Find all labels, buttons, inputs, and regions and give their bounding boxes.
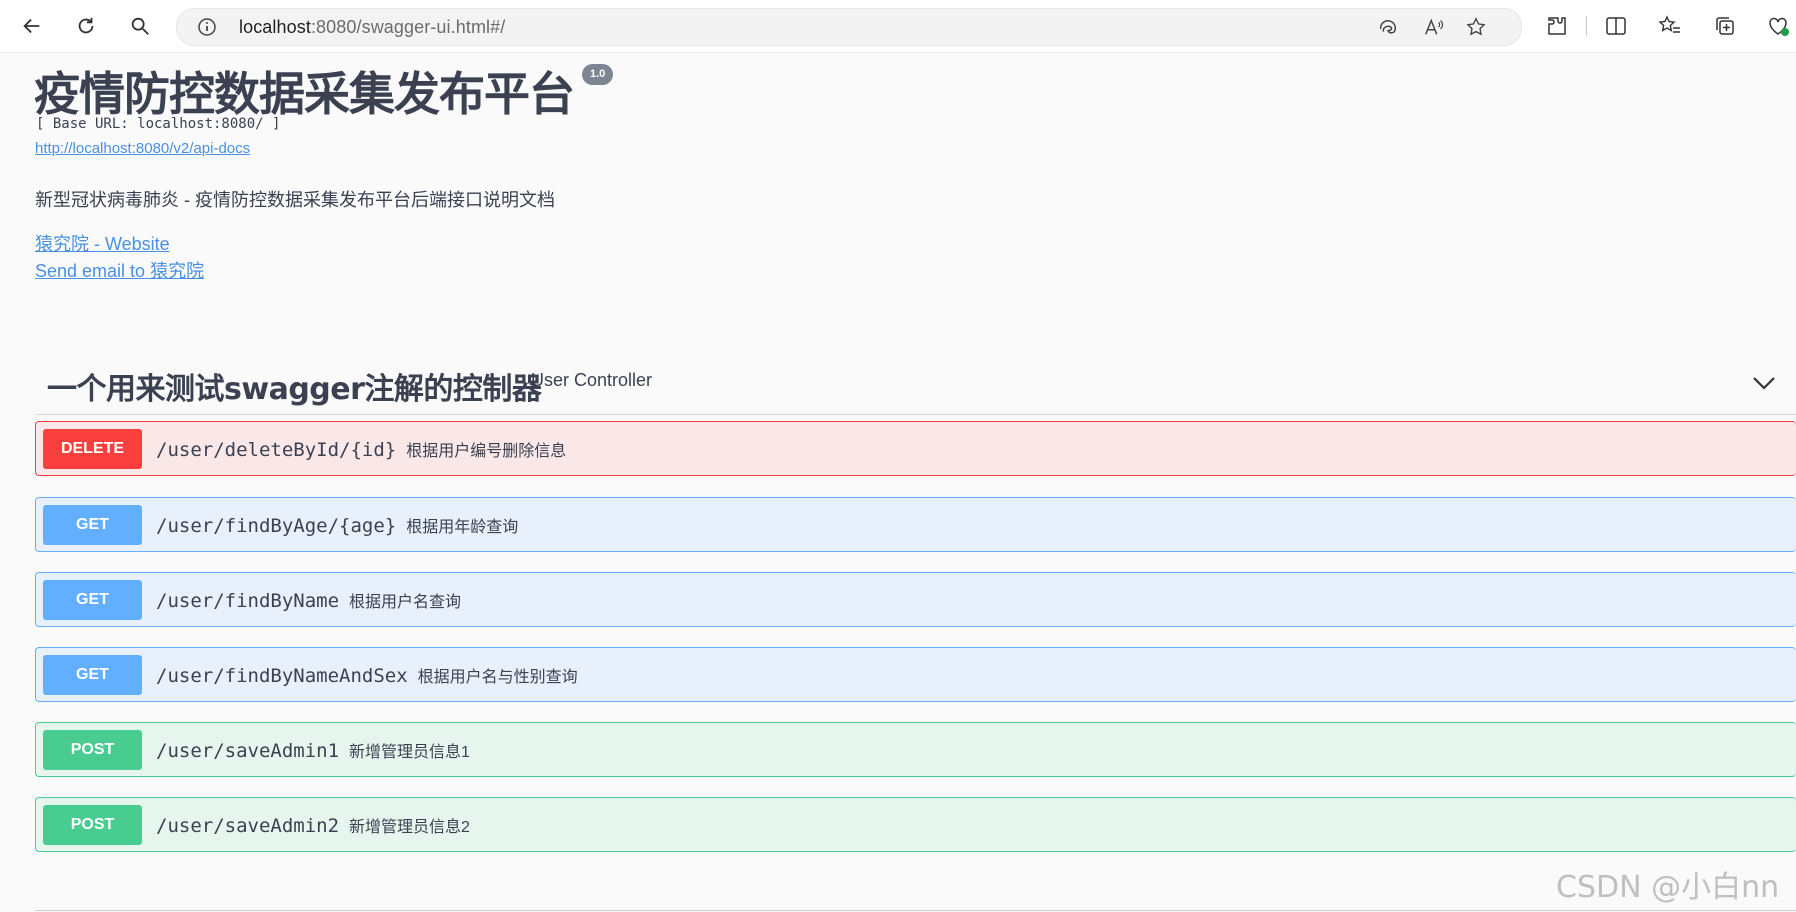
operation-post-save-admin1[interactable]: POST /user/saveAdmin1 新增管理员信息1 <box>35 722 1796 777</box>
path-text: /user/findByNameAndSex <box>156 665 408 687</box>
split-screen-icon[interactable] <box>1604 14 1628 38</box>
operation-summary: 根据用户编号删除信息 <box>406 443 567 460</box>
url-host: localhost <box>239 17 311 37</box>
operation-post-save-admin2[interactable]: POST /user/saveAdmin2 新增管理员信息2 <box>35 797 1796 852</box>
read-aloud-icon[interactable] <box>1423 16 1445 38</box>
url-text[interactable]: localhost:8080/swagger-ui.html#/ <box>239 17 505 38</box>
address-bar[interactable]: localhost:8080/swagger-ui.html#/ <box>176 8 1522 46</box>
operation-get-find-by-age[interactable]: GET /user/findByAge/{age} 根据用年龄查询 <box>35 497 1796 552</box>
browser-essentials-icon[interactable] <box>1766 14 1790 38</box>
method-badge: GET <box>43 505 142 545</box>
refresh-button[interactable] <box>70 10 102 42</box>
method-badge: GET <box>43 580 142 620</box>
chevron-down-icon[interactable] <box>1751 370 1777 396</box>
collections-icon[interactable] <box>1713 14 1737 38</box>
operation-get-find-by-name-and-sex[interactable]: GET /user/findByNameAndSex 根据用户名与性别查询 <box>35 647 1796 702</box>
search-button[interactable] <box>124 10 156 42</box>
base-url: [ Base URL: localhost:8080/ ] <box>36 116 281 132</box>
operation-summary: 新增管理员信息1 <box>349 744 470 761</box>
operation-path: /user/findByName 根据用户名查询 <box>156 588 461 612</box>
favorites-list-icon[interactable] <box>1658 14 1682 38</box>
edge-browser-icon[interactable] <box>1377 16 1399 38</box>
browser-toolbar: localhost:8080/swagger-ui.html#/ <box>0 0 1796 53</box>
method-badge: GET <box>43 655 142 695</box>
operation-path: /user/saveAdmin2 新增管理员信息2 <box>156 813 470 837</box>
operation-get-find-by-name[interactable]: GET /user/findByName 根据用户名查询 <box>35 572 1796 627</box>
method-badge: DELETE <box>43 429 142 469</box>
operation-summary: 根据用年龄查询 <box>406 519 519 536</box>
tag-description: User Controller <box>531 370 653 390</box>
website-link[interactable]: 猿究院 - Website <box>35 230 170 256</box>
section-divider <box>35 910 1796 911</box>
path-text: /user/saveAdmin2 <box>156 815 340 837</box>
operation-delete-user-by-id[interactable]: DELETE /user/deleteById/{id} 根据用户编号删除信息 <box>35 421 1796 476</box>
operation-path: /user/findByNameAndSex 根据用户名与性别查询 <box>156 663 578 687</box>
back-button[interactable] <box>16 10 48 42</box>
page-title: 疫情防控数据采集发布平台 <box>34 67 575 121</box>
operation-path: /user/deleteById/{id} 根据用户编号删除信息 <box>156 437 566 461</box>
tag-title: 一个用来测试swagger注解的控制器 <box>47 372 542 407</box>
path-text: /user/findByName <box>156 590 340 612</box>
favorite-star-icon[interactable] <box>1465 16 1487 38</box>
api-docs-link[interactable]: http://localhost:8080/v2/api-docs <box>35 140 250 157</box>
email-link[interactable]: Send email to 猿究院 <box>35 257 204 283</box>
operation-summary: 根据用户名查询 <box>349 594 462 611</box>
api-description: 新型冠状病毒肺炎 - 疫情防控数据采集发布平台后端接口说明文档 <box>35 190 555 210</box>
tag-section-header[interactable]: 一个用来测试swagger注解的控制器 User Controller <box>35 352 1796 415</box>
path-text: /user/saveAdmin1 <box>156 740 340 762</box>
path-text: /user/deleteById/{id} <box>156 439 397 461</box>
refresh-icon <box>78 17 94 34</box>
extensions-icon[interactable] <box>1545 14 1569 38</box>
path-text: /user/findByAge/{age} <box>156 515 397 537</box>
method-badge: POST <box>43 730 142 770</box>
url-path: :8080/swagger-ui.html#/ <box>310 17 506 37</box>
operation-summary: 根据用户名与性别查询 <box>417 669 578 686</box>
info-icon[interactable] <box>197 17 217 37</box>
toolbar-divider <box>1586 16 1587 36</box>
version-badge: 1.0 <box>582 64 614 85</box>
operation-path: /user/findByAge/{age} 根据用年龄查询 <box>156 513 518 537</box>
search-icon <box>131 17 149 35</box>
method-badge: POST <box>43 805 142 845</box>
watermark: CSDN @小白nn <box>1556 870 1780 905</box>
back-arrow-icon <box>23 18 40 34</box>
operation-path: /user/saveAdmin1 新增管理员信息1 <box>156 738 470 762</box>
operation-summary: 新增管理员信息2 <box>349 819 470 836</box>
